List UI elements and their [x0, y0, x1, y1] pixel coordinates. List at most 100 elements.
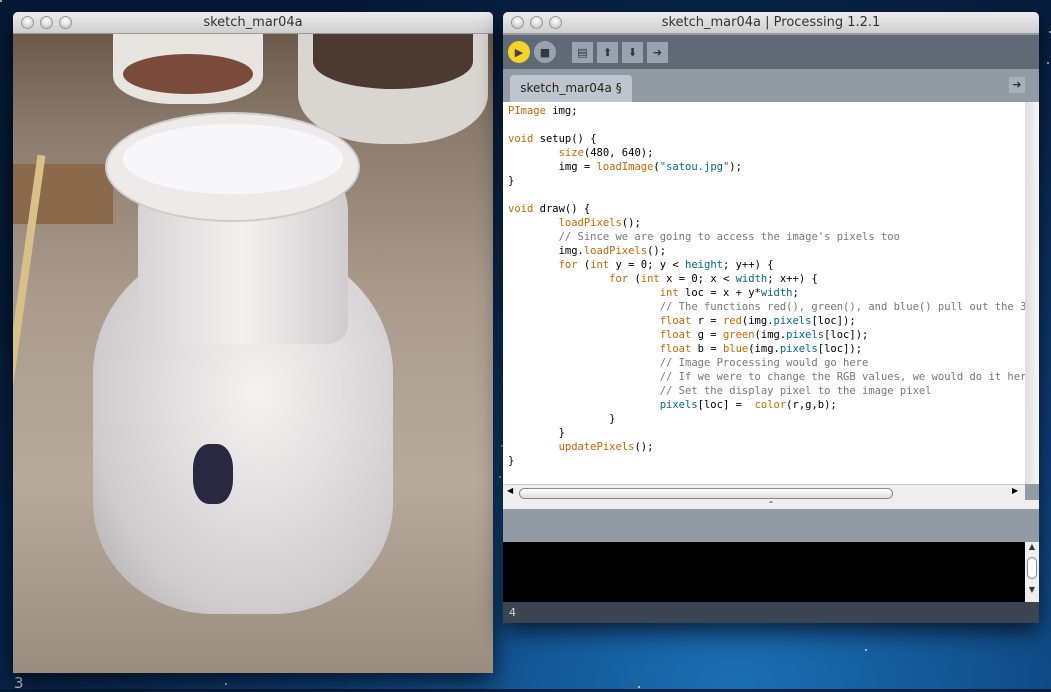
- code-token: void: [508, 203, 534, 215]
- new-button[interactable]: ▤: [572, 41, 593, 63]
- tab-sketch[interactable]: sketch_mar04a §: [510, 75, 632, 102]
- code-token: pixels: [773, 315, 812, 327]
- code-token: loc = x + y*: [678, 287, 761, 299]
- code-token: loadImage: [596, 161, 654, 173]
- scroll-thumb[interactable]: [519, 488, 893, 499]
- code-line: // If we were to change the RGB values, …: [508, 370, 1025, 384]
- star: [225, 683, 227, 685]
- code-token: ; x++) {: [767, 273, 818, 285]
- stop-icon: ■: [539, 45, 551, 59]
- console-scrollbar[interactable]: ▲ ▼: [1025, 542, 1039, 602]
- code-token: img =: [508, 161, 597, 173]
- code-line: void setup() {: [508, 132, 1025, 146]
- code-token: );: [729, 161, 742, 173]
- export-arrow-icon: ➜: [652, 45, 663, 59]
- code-line: }: [508, 174, 1025, 188]
- code-token: (: [577, 259, 591, 271]
- ide-window-title: sketch_mar04a | Processing 1.2.1: [661, 15, 881, 30]
- zoom-button[interactable]: [59, 16, 72, 29]
- split-divider[interactable]: ⌃: [503, 500, 1039, 509]
- code-token: (: [628, 273, 641, 285]
- save-button[interactable]: ⬇: [622, 41, 643, 63]
- processing-ide-window: sketch_mar04a | Processing 1.2.1 ▶ ■ ▤ ⬆…: [503, 12, 1039, 623]
- code-token: [loc] =: [697, 399, 755, 411]
- code-token: color: [754, 399, 787, 411]
- close-button[interactable]: [511, 16, 524, 29]
- code-token: y = 0; y <: [609, 259, 686, 271]
- export-button[interactable]: ➜: [647, 41, 668, 63]
- editor-vertical-scrollbar[interactable]: [1025, 102, 1039, 484]
- tab-menu-button[interactable]: ➜: [1009, 77, 1025, 93]
- star: [638, 686, 640, 688]
- line-number: 4: [509, 606, 516, 619]
- code-token: draw() {: [533, 203, 591, 215]
- sketch-titlebar[interactable]: sketch_mar04a: [13, 12, 493, 34]
- editor-horizontal-scrollbar[interactable]: ◀ ▶: [503, 484, 1025, 500]
- code-token: // Since we are going to access the imag…: [558, 231, 900, 243]
- console[interactable]: [503, 542, 1025, 602]
- scroll-left-icon[interactable]: ◀: [507, 486, 513, 495]
- code-token: (480, 640);: [583, 147, 654, 159]
- code-token: void: [508, 133, 534, 145]
- code-token: [loc]);: [824, 329, 869, 341]
- code-token: width: [735, 273, 768, 285]
- code-line: for (int y = 0; y < height; y++) {: [508, 258, 1025, 272]
- zoom-button[interactable]: [549, 16, 562, 29]
- code-token: b =: [691, 343, 723, 355]
- code-token: updatePixels: [558, 441, 635, 453]
- code-line: // The functions red(), green(), and blu…: [508, 300, 1025, 314]
- code-line: for (int x = 0; x < width; x++) {: [508, 272, 1025, 286]
- code-token: loadPixels: [583, 245, 648, 257]
- code-token: width: [760, 287, 793, 299]
- code-token: }: [508, 455, 515, 467]
- sketch-window: sketch_mar04a: [13, 12, 493, 673]
- code-line: // Since we are going to access the imag…: [508, 230, 1025, 244]
- code-editor[interactable]: PImage img; void setup() { size(480, 640)…: [503, 102, 1025, 484]
- code-line: float g = green(img.pixels[loc]);: [508, 328, 1025, 342]
- star: [865, 649, 867, 651]
- star: [499, 476, 501, 478]
- code-line: int loc = x + y*width;: [508, 286, 1025, 300]
- code-token: [loc]);: [817, 343, 863, 355]
- minimize-button[interactable]: [40, 16, 53, 29]
- code-token: "satou.jpg": [659, 161, 730, 173]
- code-token: blue: [722, 343, 749, 355]
- code-token: for: [609, 273, 629, 285]
- code-token: }: [508, 413, 616, 425]
- stop-button[interactable]: ■: [534, 41, 556, 63]
- code-line: pixels[loc] = color(r,g,b);: [508, 398, 1025, 412]
- code-token: red: [722, 315, 742, 327]
- code-line: }: [508, 412, 1025, 426]
- code-token: height: [685, 259, 723, 271]
- star: [1047, 62, 1049, 64]
- ide-titlebar[interactable]: sketch_mar04a | Processing 1.2.1: [503, 12, 1039, 34]
- code-token: PImage: [508, 105, 546, 117]
- code-line: img = loadImage("satou.jpg");: [508, 160, 1025, 174]
- close-button[interactable]: [21, 16, 34, 29]
- open-button[interactable]: ⬆: [597, 41, 618, 63]
- code-token: float: [659, 329, 692, 341]
- tab-bar: sketch_mar04a § ➜: [503, 69, 1039, 102]
- code-token: }: [508, 175, 515, 187]
- scroll-right-icon[interactable]: ▶: [1012, 486, 1018, 495]
- sketch-window-title: sketch_mar04a: [203, 15, 303, 30]
- code-token: loadPixels: [558, 217, 622, 229]
- run-button[interactable]: ▶: [508, 41, 530, 63]
- code-line: float r = red(img.pixels[loc]);: [508, 314, 1025, 328]
- code-token: (img.: [741, 315, 774, 327]
- code-token: // The functions red(), green(), and blu…: [659, 301, 1025, 313]
- code-token: ();: [634, 441, 654, 453]
- code-token: ();: [647, 245, 667, 257]
- status-bar: 4: [503, 602, 1039, 623]
- message-area: [503, 509, 1039, 542]
- minimize-button[interactable]: [530, 16, 543, 29]
- code-token: int: [590, 259, 610, 271]
